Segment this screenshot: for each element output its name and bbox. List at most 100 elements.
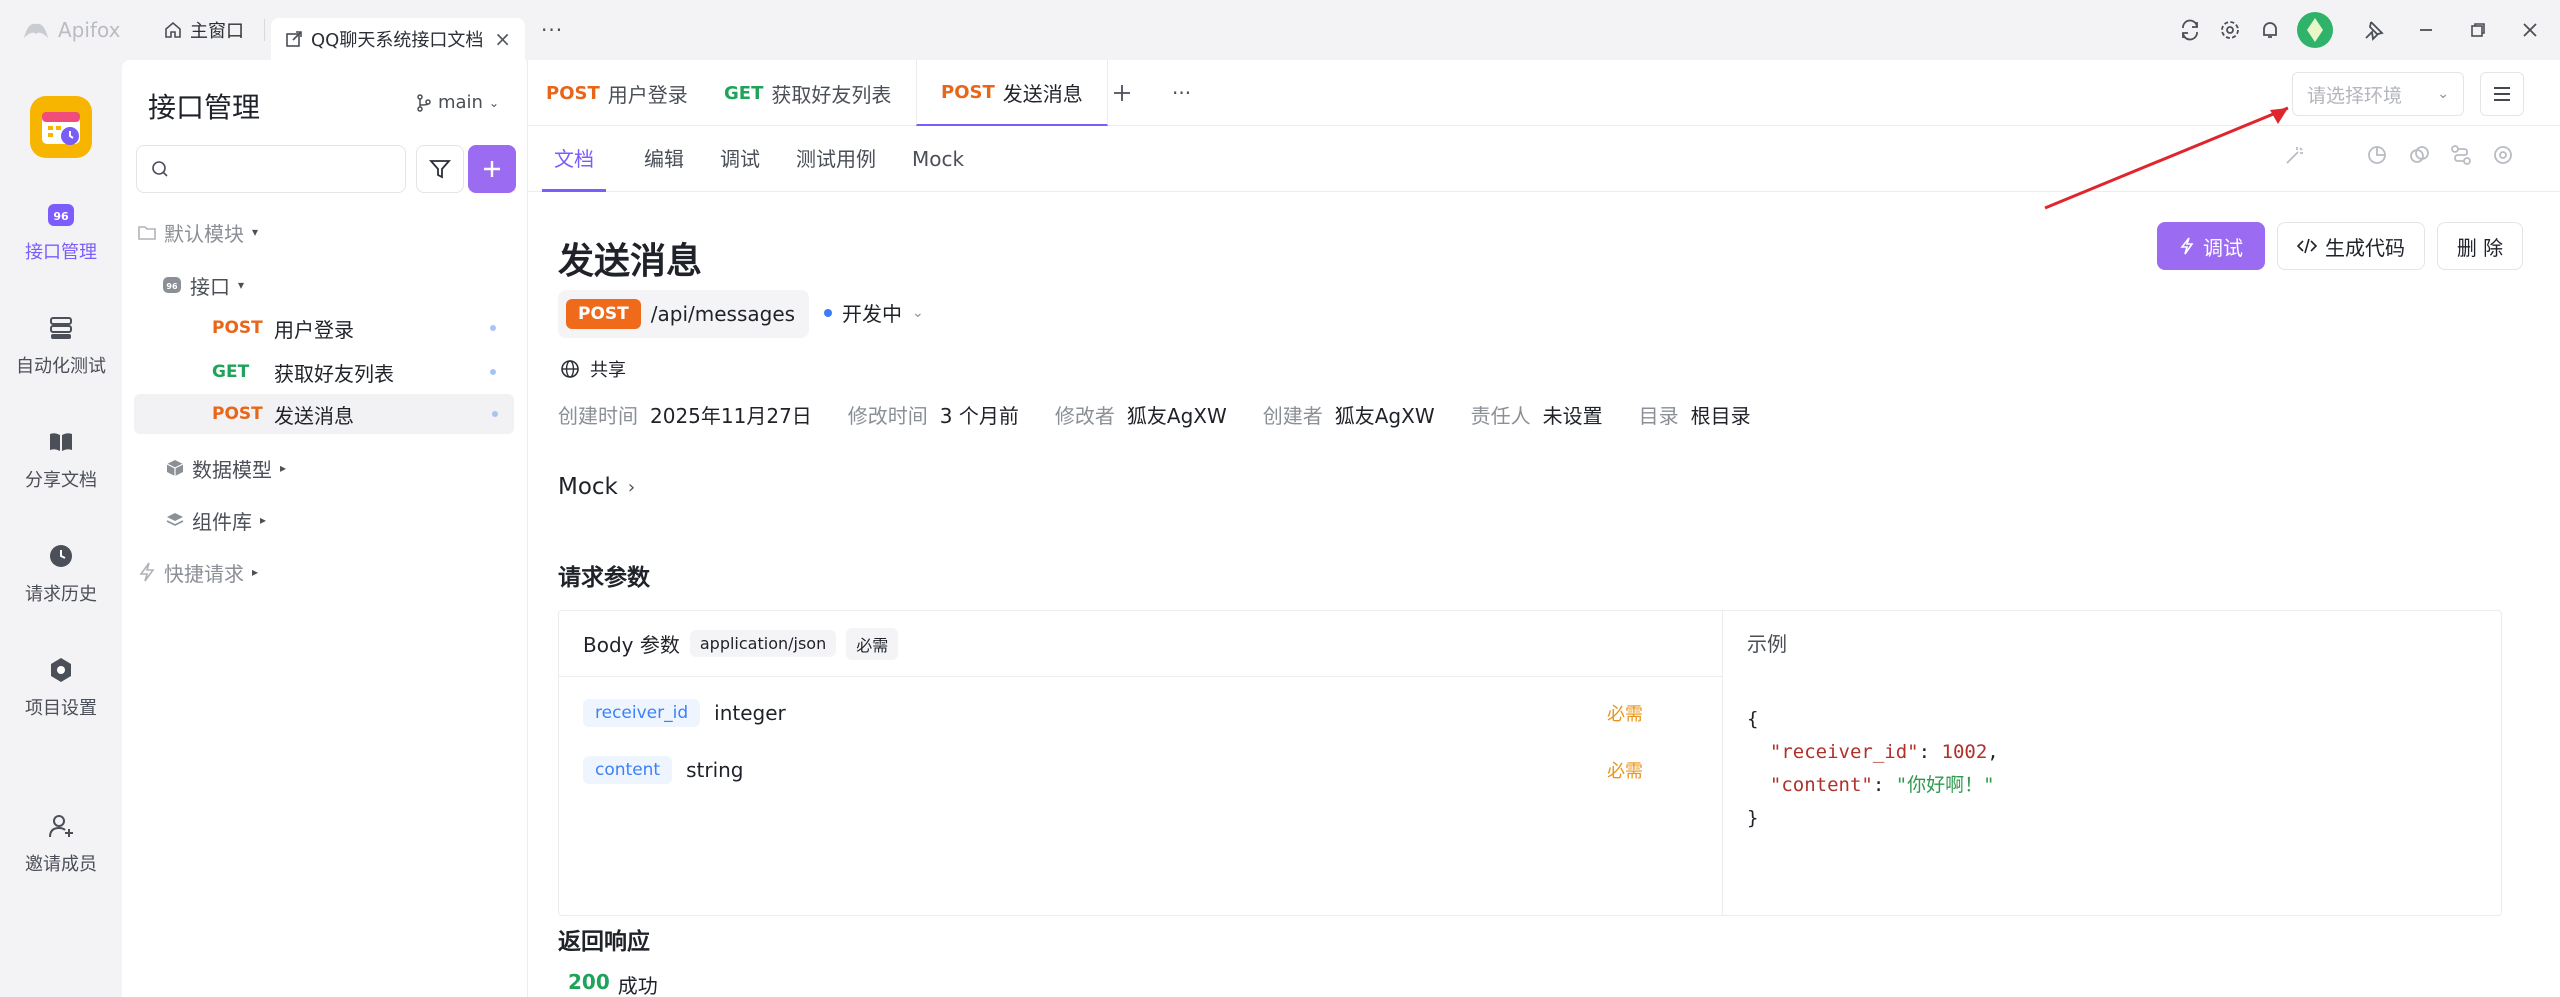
chart-icon[interactable] [2366, 144, 2388, 166]
environment-select[interactable]: 请选择环境 ⌄ [2292, 72, 2464, 116]
button-label: 删 除 [2456, 235, 2504, 260]
param-name[interactable]: content [583, 756, 673, 784]
subtab-test-cases[interactable]: 测试用例 [796, 126, 876, 192]
more-tabs-icon[interactable]: ··· [1172, 60, 1191, 126]
rail-item-automation-test[interactable]: 自动化测试 [0, 312, 122, 378]
rail-item-invite-member[interactable]: 邀请成员 [0, 810, 122, 876]
plus-icon [484, 161, 500, 177]
tree-label: 快捷请求 [164, 561, 244, 586]
avatar[interactable] [2290, 10, 2340, 50]
rail-item-project-settings[interactable]: 项目设置 [0, 654, 122, 720]
hamburger-icon [2494, 87, 2510, 101]
request-params-heading: 请求参数 [558, 565, 650, 591]
rail-item-history[interactable]: 请求历史 [0, 540, 122, 606]
menu-button[interactable] [2480, 72, 2524, 116]
workflow-icon[interactable] [2450, 144, 2472, 166]
tree-interfaces[interactable]: 96 接口 ▾ [162, 265, 244, 305]
tree-item-login[interactable]: POST 用户登录 [212, 308, 512, 348]
param-name[interactable]: receiver_id [583, 699, 701, 727]
share-indicator[interactable]: 共享 [560, 356, 626, 382]
generate-code-button[interactable]: 生成代码 [2277, 222, 2425, 270]
pin-icon[interactable] [2354, 10, 2394, 50]
tree-components[interactable]: 组件库 ▸ [166, 500, 266, 540]
tab-friend-list[interactable]: GET 获取好友列表 [724, 60, 891, 126]
branch-name: main [437, 92, 483, 113]
project-logo[interactable] [30, 96, 92, 158]
refresh-icon[interactable] [2170, 10, 2210, 50]
subtab-edit[interactable]: 编辑 [644, 126, 684, 192]
search-icon [152, 161, 168, 177]
body-label: Body 参数 [583, 633, 680, 657]
close-icon[interactable]: × [494, 27, 511, 51]
delete-button[interactable]: 删 除 [2437, 222, 2523, 270]
add-button[interactable] [468, 145, 516, 193]
meta-directory: 目录 根目录 [1638, 404, 1751, 428]
tab-user-login[interactable]: POST 用户登录 [546, 60, 688, 126]
tree-item-send-message[interactable]: POST 发送消息 [134, 394, 514, 434]
branch-selector[interactable]: main ⌄ [416, 92, 499, 113]
api-management-icon: 96 [45, 198, 77, 230]
subtab-debug[interactable]: 调试 [720, 126, 760, 192]
meta-modified: 修改时间 3 个月前 [847, 404, 1019, 428]
status-selector[interactable]: 开发中 ⌄ [824, 298, 924, 327]
sidebar: 接口管理 main ⌄ 默认模块 ▾ 96 接口 ▾ POST 用户登录 GET… [122, 60, 528, 997]
chevron-right-icon: › [627, 476, 636, 498]
mock-section-toggle[interactable]: Mock › [558, 474, 635, 500]
invite-member-icon [45, 810, 77, 842]
tree-data-models[interactable]: 数据模型 ▸ [166, 448, 286, 488]
folder-icon [138, 226, 156, 240]
button-label: 调试 [2203, 235, 2243, 260]
settings-icon[interactable] [2492, 144, 2514, 166]
rail-label: 请求历史 [25, 584, 97, 605]
tree-quick-request[interactable]: 快捷请求 ▸ [138, 552, 258, 592]
rail-label: 接口管理 [25, 242, 97, 263]
content-type-chip: application/json [689, 630, 837, 657]
globe-icon [561, 360, 579, 378]
sidebar-search[interactable] [136, 145, 406, 193]
response-status[interactable]: 200 成功 [568, 970, 658, 997]
sidebar-title: 接口管理 [148, 91, 261, 124]
external-link-icon [286, 31, 302, 47]
project-settings-icon [45, 654, 77, 686]
param-required: 必需 [1607, 761, 1643, 782]
more-icon[interactable]: ··· [541, 18, 563, 42]
bell-icon[interactable] [2250, 10, 2290, 50]
tree-item-label: 发送消息 [274, 403, 354, 428]
copy-icon[interactable] [2408, 144, 2430, 166]
branch-icon [417, 93, 431, 112]
method-badge: GET [212, 362, 250, 382]
caret-down-icon: ▾ [252, 225, 259, 239]
project-tab-label: QQ聊天系统接口文档 [311, 30, 484, 51]
lightning-icon [139, 562, 155, 582]
gear-icon[interactable] [2210, 10, 2250, 50]
new-tab-button[interactable] [1112, 60, 1132, 126]
apifox-logo-icon [24, 23, 48, 38]
endpoint-path[interactable]: POST /api/messages [558, 290, 810, 338]
debug-button[interactable]: 调试 [2157, 222, 2265, 270]
subtab-mock[interactable]: Mock [912, 126, 964, 192]
search-input[interactable] [179, 158, 379, 180]
status-dot [824, 308, 832, 317]
maximize-icon[interactable] [2458, 10, 2498, 50]
history-icon [45, 540, 77, 572]
rail-item-api-management[interactable]: 96 接口管理 [0, 198, 122, 264]
filter-button[interactable] [416, 145, 464, 193]
tab-send-message[interactable]: POST 发送消息 [916, 60, 1108, 126]
meta-owner: 责任人 未设置 [1470, 404, 1603, 428]
minimize-icon[interactable] [2406, 10, 2446, 50]
status-dot [490, 325, 496, 331]
subtab-doc[interactable]: 文档 [542, 126, 606, 192]
tree-label: 接口 [190, 274, 230, 299]
example-code: { "receiver_id": 1002, "content": "你好啊！"… [1747, 708, 1999, 829]
tree-item-friends[interactable]: GET 获取好友列表 [212, 352, 512, 392]
env-placeholder: 请选择环境 [2307, 84, 2403, 107]
chevron-down-icon: ⌄ [912, 304, 924, 321]
rail-item-share-docs[interactable]: 分享文档 [0, 426, 122, 492]
tree-default-module[interactable]: 默认模块 ▾ [138, 212, 258, 252]
project-window-tab[interactable]: QQ聊天系统接口文档 × [271, 18, 525, 60]
method-label: POST [941, 81, 995, 103]
body-params-header: Body 参数 application/json 必需 [559, 611, 1722, 677]
window-close-icon[interactable] [2510, 10, 2550, 50]
home-window-tab[interactable]: 主窗口 [150, 9, 258, 51]
tree-item-label: 用户登录 [274, 317, 354, 342]
